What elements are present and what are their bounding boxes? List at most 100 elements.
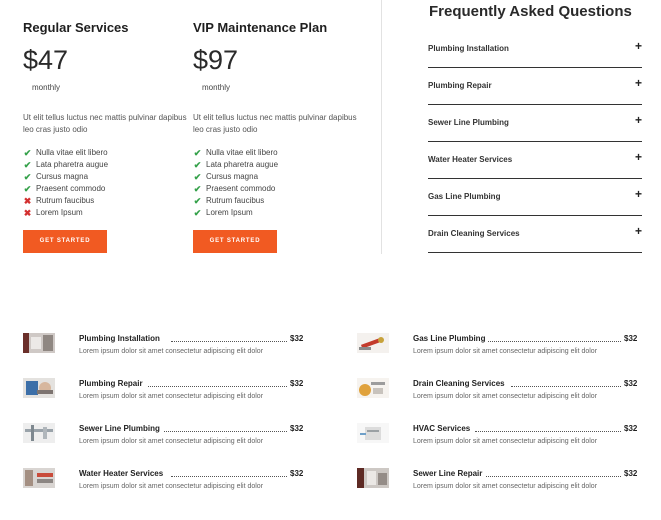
feature-item: ✔ Rutrum faucibus [193,195,278,207]
feature-item: ✔ Nulla vitae elit libero [23,147,108,159]
feature-list: ✔ Nulla vitae elit libero ✔ Lata pharetra … [193,147,278,219]
service-name: Plumbing Repair [79,379,146,388]
service-description: Lorem ipsum dolor sit amet consectetur a… [413,483,598,490]
plus-icon[interactable]: + [635,224,642,238]
service-item-hvac-services: HVAC Services $32 Lorem ipsum dolor sit … [357,423,641,449]
service-price: $32 [621,469,638,478]
check-icon: ✔ [193,160,202,170]
service-price: $32 [287,469,304,478]
dotted-leader [511,386,625,387]
plan-price: $47 [23,45,69,75]
service-description: Lorem ipsum dolor sit amet consectetur a… [413,438,598,445]
service-price: $32 [287,334,304,343]
sewer-repair-photo [357,468,389,488]
service-price: $32 [621,379,638,388]
check-icon: ✔ [23,148,32,158]
dotted-leader [148,386,291,387]
service-price: $32 [621,334,638,343]
service-item-plumbing-repair: Plumbing Repair $32 Lorem ipsum dolor si… [23,378,307,404]
plan-price: $97 [193,45,239,75]
feature-label: Nulla vitae elit libero [36,148,108,157]
feature-label: Lorem Ipsum [206,208,253,217]
plus-icon[interactable]: + [635,150,642,164]
faq-question: Drain Cleaning Services [428,229,520,238]
feature-label: Lata pharetra augue [206,160,279,169]
get-started-button[interactable]: GET STARTED [193,230,277,253]
faq-item-plumbing-installation[interactable]: Plumbing Installation + [428,31,642,68]
feature-label: Cursus magna [36,172,89,181]
faq-question: Sewer Line Plumbing [428,118,509,127]
feature-item: ✖ Rutrum faucibus [23,195,108,207]
feature-item: ✔ Nulla vitae elit libero [193,147,278,159]
service-description: Lorem ipsum dolor sit amet consectetur a… [79,348,264,355]
hvac-photo [357,423,389,443]
service-item-drain-cleaning-services: Drain Cleaning Services $32 Lorem ipsum … [357,378,641,404]
faq-item-plumbing-repair[interactable]: Plumbing Repair + [428,68,642,105]
plan-description: Ut elit tellus luctus nec mattis pulvina… [193,113,357,134]
plus-icon[interactable]: + [635,39,642,53]
feature-item: ✔ Lata pharetra augue [193,159,278,171]
check-icon: ✔ [193,196,202,206]
service-name: Water Heater Services [79,469,167,478]
sewer-line-photo [23,423,55,443]
service-item-water-heater-services: Water Heater Services $32 Lorem ipsum do… [23,468,307,494]
check-icon: ✔ [193,148,202,158]
service-name: Drain Cleaning Services [413,379,508,388]
feature-label: Cursus magna [206,172,259,181]
service-description: Lorem ipsum dolor sit amet consectetur a… [79,483,264,490]
service-price: $32 [287,379,304,388]
water-heater-photo [23,468,55,488]
service-description: Lorem ipsum dolor sit amet consectetur a… [79,438,264,445]
check-icon: ✔ [23,172,32,182]
dotted-leader [488,341,625,342]
feature-label: Rutrum faucibus [206,196,265,205]
service-item-sewer-line-repair: Sewer Line Repair $32 Lorem ipsum dolor … [357,468,641,494]
faq-question: Water Heater Services [428,155,513,164]
service-item-plumbing-installation: Plumbing Installation $32 Lorem ipsum do… [23,333,307,359]
service-description: Lorem ipsum dolor sit amet consectetur a… [413,393,598,400]
dotted-leader [171,341,291,342]
dotted-leader [171,476,291,477]
plan-title: Regular Services [23,20,129,35]
faq-item-drain-cleaning-services[interactable]: Drain Cleaning Services + [428,216,642,253]
cross-icon: ✖ [23,208,32,218]
feature-label: Rutrum faucibus [36,196,95,205]
plumbing-installation-photo [23,333,55,353]
faq-item-sewer-line-plumbing[interactable]: Sewer Line Plumbing + [428,105,642,142]
service-description: Lorem ipsum dolor sit amet consectetur a… [413,348,598,355]
cross-icon: ✖ [23,196,32,206]
feature-label: Lata pharetra augue [36,160,109,169]
drain-cleaning-photo [357,378,389,398]
faq-question: Plumbing Repair [428,81,492,90]
plus-icon[interactable]: + [635,76,642,90]
faq-item-gas-line-plumbing[interactable]: Gas Line Plumbing + [428,179,642,216]
section-divider [381,0,382,254]
feature-item: ✖ Lorem Ipsum [23,207,108,219]
plan-period: monthly [202,83,231,92]
faq-item-water-heater-services[interactable]: Water Heater Services + [428,142,642,179]
check-icon: ✔ [193,184,202,194]
plus-icon[interactable]: + [635,187,642,201]
service-name: Sewer Line Repair [413,469,486,478]
feature-label: Praesent commodo [36,184,106,193]
feature-item: ✔ Cursus magna [23,171,108,183]
faq-title: Frequently Asked Questions [429,3,632,20]
feature-label: Praesent commodo [206,184,276,193]
service-item-sewer-line-plumbing: Sewer Line Plumbing $32 Lorem ipsum dolo… [23,423,307,449]
plus-icon[interactable]: + [635,113,642,127]
service-price: $32 [287,424,304,433]
check-icon: ✔ [23,160,32,170]
check-icon: ✔ [193,172,202,182]
check-icon: ✔ [193,208,202,218]
plan-description: Ut elit tellus luctus nec mattis pulvina… [23,113,187,134]
dotted-leader [475,431,625,432]
service-name: Plumbing Installation [79,334,163,343]
plan-period: monthly [32,83,61,92]
dotted-leader [486,476,625,477]
faq-question: Plumbing Installation [428,44,509,53]
get-started-button[interactable]: GET STARTED [23,230,107,253]
feature-item: ✔ Lorem Ipsum [193,207,278,219]
service-name: Gas Line Plumbing [413,334,489,343]
service-name: Sewer Line Plumbing [79,424,163,433]
service-description: Lorem ipsum dolor sit amet consectetur a… [79,393,264,400]
